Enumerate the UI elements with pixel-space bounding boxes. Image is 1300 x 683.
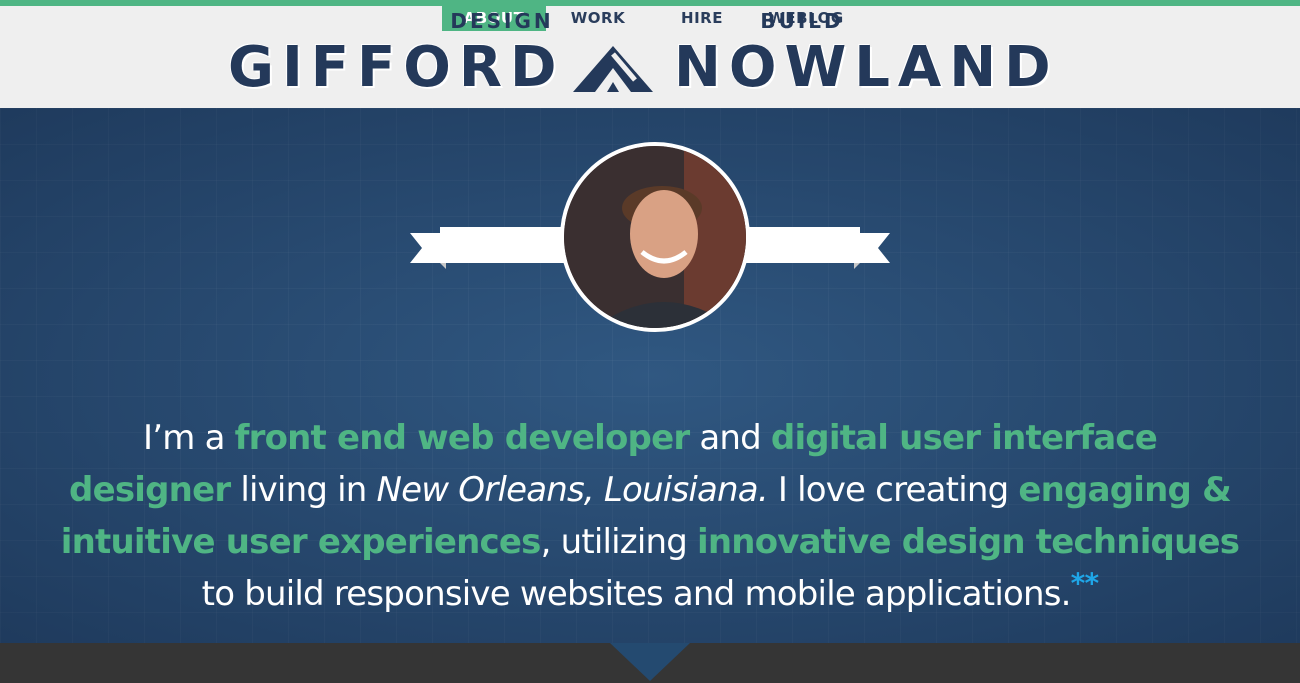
bio-text-3: living in <box>230 470 377 510</box>
bio-highlight-developer: front end web developer <box>234 418 691 458</box>
nav-hire[interactable]: HIRE <box>664 6 740 31</box>
footnote-asterisks[interactable]: ** <box>1071 567 1099 600</box>
logo-text-right[interactable]: NOWLAND <box>674 37 1059 99</box>
profile-photo-icon <box>564 146 746 328</box>
bio-location: New Orleans, Louisiana. <box>376 470 769 510</box>
main-nav: ABOUT WORK HIRE WEBLOG <box>0 6 1300 31</box>
profile-avatar <box>560 142 750 332</box>
section-pointer <box>610 643 690 681</box>
bio-paragraph: I’m a front end web developer and digita… <box>60 412 1240 620</box>
bio-text-1: I’m a <box>143 418 235 458</box>
bio-text-2: and <box>689 418 771 458</box>
logo-text-left[interactable]: GIFFORD <box>228 37 565 99</box>
bio-text-5: , utilizing <box>540 522 698 562</box>
banner-build-label: BUILD <box>760 9 844 33</box>
nav-work[interactable]: WORK <box>558 6 638 31</box>
bio-highlight-techniques: innovative design techniques <box>697 522 1240 562</box>
bio-text-4: I love creating <box>767 470 1019 510</box>
banner-design-label: DESIGN <box>450 9 554 33</box>
mountain-triangle-icon[interactable] <box>573 46 653 92</box>
bio-text-6: to build responsive websites and mobile … <box>201 574 1072 614</box>
